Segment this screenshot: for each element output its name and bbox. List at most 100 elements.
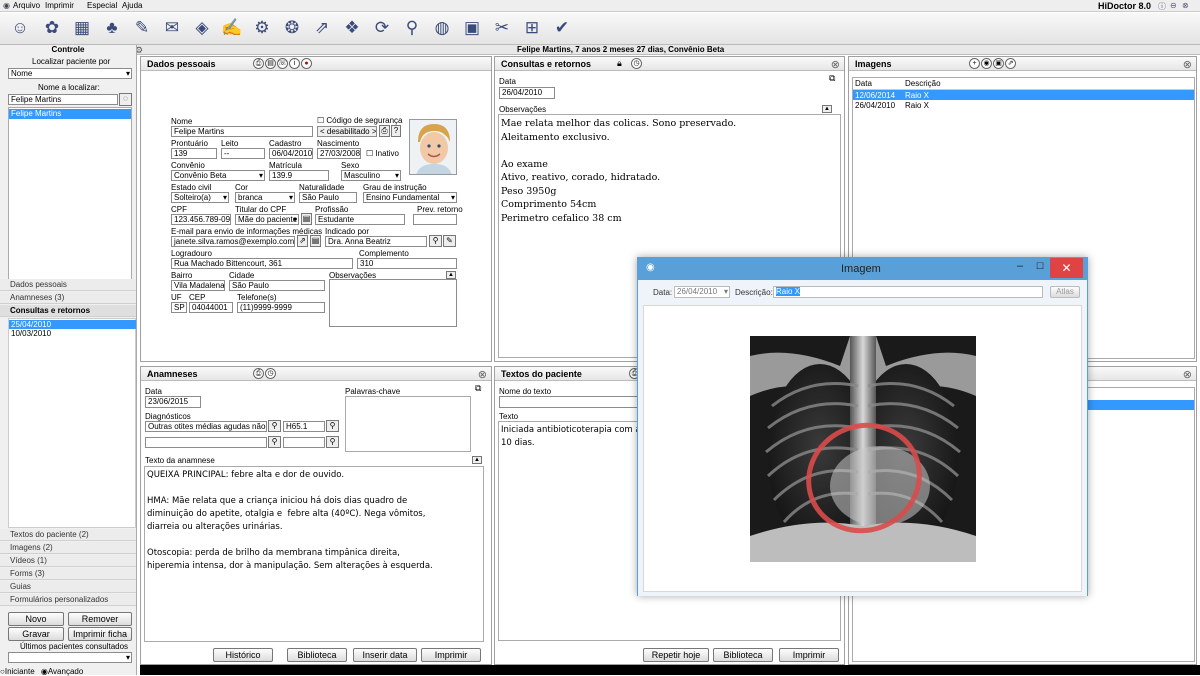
col-data-header[interactable]: Data [855,79,872,88]
diagnostico-input[interactable]: Outras otites médias agudas não-sup [145,421,267,432]
nascimento-input[interactable]: 27/03/2008 [317,148,361,159]
nav-consultas[interactable]: Consultas e retornos [0,305,136,317]
anam-print-icon[interactable]: ⎙ [253,368,264,379]
export-icon[interactable]: ⇗ [310,16,334,40]
nome-localizar-input[interactable]: Felipe Martins [8,94,118,105]
diag-search-icon[interactable]: ⚲ [268,420,281,432]
pencil-icon[interactable]: ✎ [443,235,456,247]
expand-obs-icon[interactable]: ▲ [446,271,456,279]
anam-copy-icon[interactable]: ⧉ [475,383,481,394]
nav-anamneses[interactable]: Anamneses (3) [0,292,136,304]
nav-imagens[interactable]: Imagens (2) [0,542,136,554]
copy-icon[interactable]: ⧉ [829,73,835,84]
sexo-select[interactable]: Masculino [341,170,401,181]
alert-icon[interactable]: ● [301,58,312,69]
gravar-button[interactable]: Gravar [8,627,64,641]
imprimir-ficha-button[interactable]: Imprimir ficha [68,627,132,641]
cases-icon[interactable]: ♣ [100,16,124,40]
doc-email-icon[interactable]: ▤ [310,235,321,247]
diag2-search-icon[interactable]: ⚲ [268,436,281,448]
img-export-icon[interactable]: ⇗ [1005,58,1016,69]
close-imagens-icon[interactable]: ⊗ [1183,58,1192,71]
nav-dados-pessoais[interactable]: Dados pessoais [0,279,136,291]
col-desc-header[interactable]: Descrição [905,79,941,88]
nav-guias[interactable]: Guias [0,581,136,593]
observacoes-textarea[interactable] [329,279,457,327]
profissao-input[interactable]: Estudante [315,214,405,225]
biblioteca-button[interactable]: Biblioteca [287,648,347,662]
img-camera-icon[interactable]: ◉ [981,58,992,69]
ultimos-select[interactable] [8,652,132,663]
modal-desc-input[interactable]: Raio X [773,286,1043,298]
cid-input[interactable]: H65.1 [283,421,325,432]
sync-icon[interactable]: ⟳ [370,16,394,40]
complemento-input[interactable]: 310 [357,258,457,269]
web-icon[interactable]: ❖ [340,16,364,40]
modal-maximize-icon[interactable]: ☐ [1036,261,1044,272]
write-icon[interactable]: ✎ [130,16,154,40]
cid-search-icon[interactable]: ⚲ [326,420,339,432]
doc-icon[interactable]: ▤ [265,58,276,69]
matricula-input[interactable]: 139.9 [269,170,329,181]
patient-results-list[interactable]: Felipe Martins [8,107,132,281]
img-add-icon[interactable]: + [969,58,980,69]
cadastro-input[interactable]: 06/04/2010 [269,148,313,159]
cid2-input[interactable] [283,437,325,448]
menu-especial[interactable]: Especial [87,1,117,10]
telefone-input[interactable]: (11)9999-9999 [237,302,325,313]
minimize-icon[interactable]: ⊖ [1170,1,1177,10]
printer-small-icon[interactable]: ⎙ [379,125,390,137]
prev-retorno-input[interactable] [413,214,457,225]
consulta-date-item[interactable]: 25/04/2010 [9,320,136,329]
contact-icon[interactable]: ☏ [277,58,288,69]
remover-button[interactable]: Remover [68,612,132,626]
codigo-input[interactable]: < desabilitado > [317,126,377,137]
info-icon[interactable]: i [289,58,300,69]
clock-icon[interactable]: ◷ [631,58,642,69]
settings-icon[interactable]: ⚙ [250,16,274,40]
imprimir-anam-button[interactable]: Imprimir [421,648,481,662]
close-app-icon[interactable]: ⊗ [1182,1,1189,10]
anam-data-input[interactable]: 23/06/2015 [145,396,201,408]
check-icon[interactable]: ✔ [550,16,574,40]
img-scan-icon[interactable]: ▣ [993,58,1004,69]
atlas-button[interactable]: Atlas [1050,286,1080,298]
close-videos-icon[interactable]: ⊗ [1183,368,1192,381]
consulta-data-input[interactable]: 26/04/2010 [499,87,555,99]
patient-result-item[interactable]: Felipe Martins [9,109,131,119]
modal-data-select[interactable]: 26/04/2010 [674,286,730,298]
palavras-textarea[interactable] [345,396,471,452]
cidade-input[interactable]: São Paulo [229,280,325,291]
help-small-icon[interactable]: ? [391,125,401,137]
lock-icon[interactable]: 🔒︎ [617,58,622,69]
naturalidade-input[interactable]: São Paulo [299,192,357,203]
email-input[interactable]: janete.silva.ramos@exemplo.com [171,236,295,247]
logradouro-input[interactable]: Rua Machado Bittencourt, 361 [171,258,353,269]
library-icon[interactable]: ▣ [460,16,484,40]
patients-icon[interactable]: ☺ [8,16,32,40]
tools-icon[interactable]: ✂ [490,16,514,40]
close-anamneses-icon[interactable]: ⊗ [478,368,487,381]
menu-imprimir[interactable]: Imprimir [45,1,74,10]
nav-videos[interactable]: Vídeos (1) [0,555,136,567]
cpf-input[interactable]: 123.456.789-09 [171,214,231,225]
clear-search-icon[interactable]: ◌ [119,93,132,106]
grau-select[interactable]: Ensino Fundamental [363,192,457,203]
imprimir-consulta-button[interactable]: Imprimir [779,648,839,662]
bairro-input[interactable]: Vila Madalena [171,280,225,291]
cep-input[interactable]: 04044001 [189,302,233,313]
anamnese-text-area[interactable]: QUEIXA PRINCIPAL: febre alta e dor de ou… [144,466,484,642]
calculator-icon[interactable]: ⊞ [520,16,544,40]
search-indicado-icon[interactable]: ⚲ [429,235,442,247]
agenda-icon[interactable]: ▦ [70,16,94,40]
consultas-date-list[interactable]: 25/04/2010 10/03/2010 [8,318,136,528]
collapse-obs-icon[interactable]: ▲ [822,105,832,113]
consulta-date-item[interactable]: 10/03/2010 [9,329,136,338]
print-icon[interactable]: ⎙ [253,58,264,69]
menu-ajuda[interactable]: Ajuda [122,1,142,10]
close-consultas-icon[interactable]: ⊗ [831,58,840,71]
doc-small-icon[interactable]: ▤ [301,213,312,225]
send-email-icon[interactable]: ⇗ [297,235,308,247]
nav-forms[interactable]: Forms (3) [0,568,136,580]
message-icon[interactable]: ✉ [160,16,184,40]
